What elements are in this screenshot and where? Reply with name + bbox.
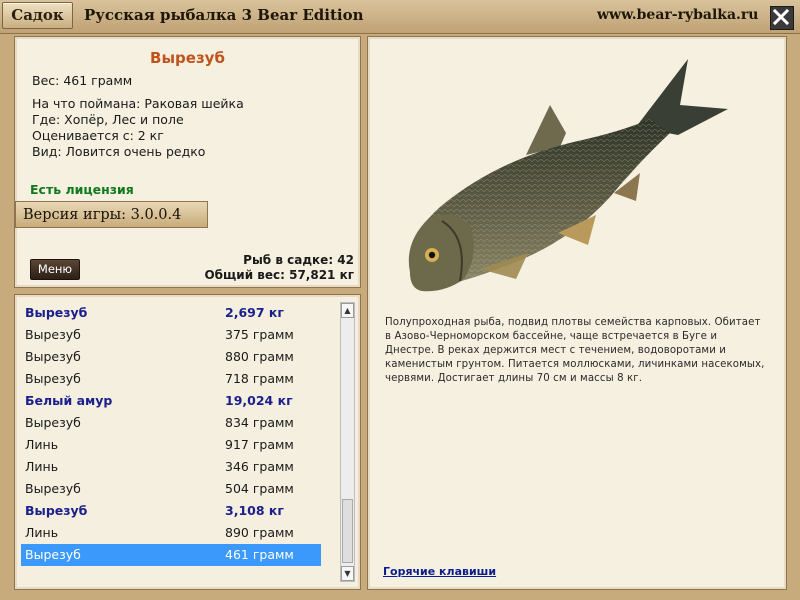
list-item-selected[interactable]: Вырезуб 461 грамм <box>21 544 321 566</box>
menu-button[interactable]: Меню <box>30 259 80 280</box>
fish-description: Полупроходная рыба, подвид плотвы семейс… <box>385 317 765 384</box>
title-bar: Садок Русская рыбалка 3 Bear Edition www… <box>0 0 800 34</box>
list-item-name: Вырезуб <box>25 415 81 430</box>
game-version-badge: Версия игры: 3.0.0.4 <box>15 201 208 228</box>
hotkeys-link[interactable]: Горячие клавиши <box>383 565 496 578</box>
list-item-weight: 890 грамм <box>225 525 294 540</box>
list-item[interactable]: Линь 917 грамм <box>21 434 321 456</box>
list-item-name: Линь <box>25 437 59 452</box>
list-item[interactable]: Вырезуб 2,697 кг <box>21 302 321 324</box>
list-item-weight: 19,024 кг <box>225 393 293 408</box>
fish-bait: На что поймана: Раковая шейка <box>32 96 244 111</box>
list-item-name: Вырезуб <box>25 481 81 496</box>
fish-valued-from: Оценивается с: 2 кг <box>32 128 164 143</box>
fish-location: Где: Хопёр, Лес и поле <box>32 112 184 127</box>
list-item-weight: 917 грамм <box>225 437 294 452</box>
catch-list-panel: Вырезуб 2,697 кг Вырезуб 375 грамм Вырезуб… <box>14 294 361 590</box>
list-item-weight: 834 грамм <box>225 415 294 430</box>
fish-image <box>408 59 728 292</box>
list-item[interactable]: Вырезуб 880 грамм <box>21 346 321 368</box>
list-item[interactable]: Вырезуб 3,108 кг <box>21 500 321 522</box>
catch-list: Вырезуб 2,697 кг Вырезуб 375 грамм Вырезуб… <box>21 302 321 566</box>
list-item-name: Вырезуб <box>25 371 81 386</box>
close-button[interactable] <box>770 6 794 30</box>
list-item-weight: 880 грамм <box>225 349 294 364</box>
fish-weight: Вес: 461 грамм <box>32 73 133 88</box>
list-scrollbar[interactable]: ▲ ▼ <box>340 302 355 582</box>
list-item[interactable]: Вырезуб 375 грамм <box>21 324 321 346</box>
list-item-weight: 461 грамм <box>225 547 294 562</box>
list-item-name: Вырезуб <box>25 327 81 342</box>
fish-rarity: Вид: Ловится очень редко <box>32 144 206 159</box>
list-item-name: Вырезуб <box>25 305 88 320</box>
list-item-name: Линь <box>25 459 59 474</box>
fish-info-panel: Вырезуб Вес: 461 грамм На что поймана: Р… <box>14 36 361 288</box>
site-url[interactable]: www.bear-rybalka.ru <box>597 7 758 23</box>
list-item-name: Вырезуб <box>25 503 88 518</box>
list-item-weight: 504 грамм <box>225 481 294 496</box>
list-item[interactable]: Вырезуб 834 грамм <box>21 412 321 434</box>
fish-count: Рыб в садке: 42 <box>243 253 354 267</box>
scroll-up-arrow-icon[interactable]: ▲ <box>341 303 354 318</box>
list-item-weight: 346 грамм <box>225 459 294 474</box>
license-status: Есть лицензия <box>30 182 134 197</box>
list-item[interactable]: Вырезуб 718 грамм <box>21 368 321 390</box>
scroll-down-arrow-icon[interactable]: ▼ <box>341 566 354 581</box>
list-item-weight: 3,108 кг <box>225 503 284 518</box>
fish-name: Вырезуб <box>150 49 225 67</box>
list-item[interactable]: Белый амур 19,024 кг <box>21 390 321 412</box>
scroll-thumb[interactable] <box>342 499 353 563</box>
list-item-weight: 718 грамм <box>225 371 294 386</box>
list-item-name: Белый амур <box>25 393 113 408</box>
list-item-name: Вырезуб <box>25 547 81 562</box>
list-item-weight: 375 грамм <box>225 327 294 342</box>
fish-detail-panel: Полупроходная рыба, подвид плотвы семейс… <box>367 36 787 590</box>
app-title: Русская рыбалка 3 Bear Edition <box>84 6 364 24</box>
total-weight: Общий вес: 57,821 кг <box>204 268 354 282</box>
sadok-button[interactable]: Садок <box>2 2 73 29</box>
list-item-name: Вырезуб <box>25 349 81 364</box>
list-item[interactable]: Линь 890 грамм <box>21 522 321 544</box>
close-icon <box>772 8 790 26</box>
list-item[interactable]: Вырезуб 504 грамм <box>21 478 321 500</box>
list-item-name: Линь <box>25 525 59 540</box>
list-item[interactable]: Линь 346 грамм <box>21 456 321 478</box>
list-item-weight: 2,697 кг <box>225 305 284 320</box>
